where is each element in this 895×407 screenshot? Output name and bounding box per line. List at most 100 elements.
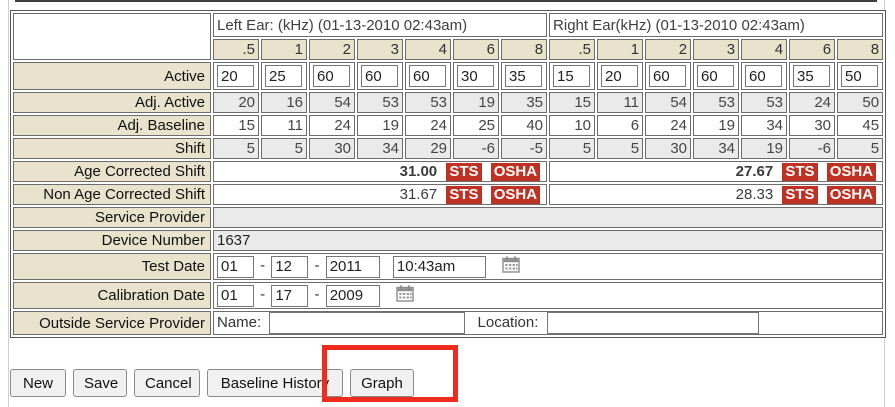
service-provider-row: Service Provider xyxy=(13,207,883,228)
shift-cell: -5 xyxy=(501,138,547,159)
age-corrected-row: Age Corrected Shift 31.00 STS OSHA 27.67… xyxy=(13,161,883,182)
name-label: Name: xyxy=(217,314,261,331)
adj-active-cell: 15 xyxy=(549,92,595,113)
adj-active-label: Adj. Active xyxy=(13,92,211,113)
adj-baseline-label: Adj. Baseline xyxy=(13,115,211,136)
freq-right-6: 6 xyxy=(789,39,835,60)
non-age-corrected-right-value: 28.33 xyxy=(736,186,774,203)
shift-cell: 5 xyxy=(549,138,595,159)
calendar-icon[interactable] xyxy=(396,285,414,306)
test-date-year-input[interactable] xyxy=(326,256,380,278)
adj-baseline-cell: 10 xyxy=(549,115,595,136)
baseline-history-button[interactable]: Baseline History xyxy=(207,369,343,397)
cancel-button[interactable]: Cancel xyxy=(134,369,200,397)
active-input-right-8[interactable] xyxy=(841,65,878,87)
adj-baseline-cell: 19 xyxy=(693,115,739,136)
active-row: Active xyxy=(13,62,883,90)
location-label: Location: xyxy=(478,314,539,331)
osha-badge: OSHA xyxy=(827,163,876,181)
non-age-corrected-left-cell: 31.67 STS OSHA xyxy=(213,184,547,205)
outside-service-provider-row: Outside Service Provider Name: Location: xyxy=(13,311,883,335)
outside-provider-location-input[interactable] xyxy=(547,312,759,334)
age-corrected-right-value: 27.67 xyxy=(736,163,774,180)
active-input-left-4[interactable] xyxy=(409,65,446,87)
shift-row: Shift 5 5 30 34 29 -6 -5 5 5 30 34 19 -6… xyxy=(13,138,883,159)
outside-service-provider-cell: Name: Location: xyxy=(213,311,883,335)
active-input-right-6[interactable] xyxy=(793,65,830,87)
active-input-right-3[interactable] xyxy=(697,65,734,87)
freq-left-4: 4 xyxy=(405,39,451,60)
calibration-date-row: Calibration Date - - xyxy=(13,282,883,309)
adj-active-cell: 53 xyxy=(405,92,451,113)
new-button[interactable]: New xyxy=(10,369,66,397)
adj-active-cell: 20 xyxy=(213,92,259,113)
button-bar: New Save Cancel Baseline History Graph xyxy=(10,369,414,397)
shift-cell: 5 xyxy=(837,138,883,159)
shift-cell: 30 xyxy=(645,138,691,159)
active-input-right-4[interactable] xyxy=(745,65,782,87)
date-separator: - xyxy=(315,286,320,303)
device-number-value: 1637 xyxy=(213,230,883,251)
non-age-corrected-left-value: 31.67 xyxy=(400,186,438,203)
adj-active-cell: 11 xyxy=(597,92,643,113)
freq-right-05: .5 xyxy=(549,39,595,60)
active-input-right-1[interactable] xyxy=(601,65,638,87)
calibration-date-label: Calibration Date xyxy=(13,282,211,309)
adj-baseline-cell: 25 xyxy=(453,115,499,136)
osha-badge: OSHA xyxy=(491,163,540,181)
sts-badge: STS xyxy=(446,163,481,181)
test-time-input[interactable] xyxy=(393,256,486,278)
active-input-left-8[interactable] xyxy=(505,65,542,87)
test-date-cell: - - xyxy=(213,253,883,280)
right-ear-header: Right Ear(kHz) (01-13-2010 02:43am) xyxy=(549,13,883,37)
shift-cell: 5 xyxy=(261,138,307,159)
freq-right-2: 2 xyxy=(645,39,691,60)
page: Left Ear: (kHz) (01-13-2010 02:43am) Rig… xyxy=(0,0,895,407)
active-input-left-6[interactable] xyxy=(457,65,494,87)
adj-active-cell: 53 xyxy=(357,92,403,113)
test-date-month-input[interactable] xyxy=(217,256,254,278)
left-ear-header: Left Ear: (kHz) (01-13-2010 02:43am) xyxy=(213,13,547,37)
outside-service-provider-label: Outside Service Provider xyxy=(13,311,211,335)
test-date-label: Test Date xyxy=(13,253,211,280)
audiogram-table: Left Ear: (kHz) (01-13-2010 02:43am) Rig… xyxy=(10,10,886,338)
graph-button[interactable]: Graph xyxy=(350,369,414,397)
save-button[interactable]: Save xyxy=(73,369,127,397)
freq-left-3: 3 xyxy=(357,39,403,60)
freq-right-4: 4 xyxy=(741,39,787,60)
calibration-date-day-input[interactable] xyxy=(271,285,308,307)
freq-right-1: 1 xyxy=(597,39,643,60)
adj-active-cell: 50 xyxy=(837,92,883,113)
shift-cell: -6 xyxy=(453,138,499,159)
adj-baseline-cell: 11 xyxy=(261,115,307,136)
freq-right-8: 8 xyxy=(837,39,883,60)
freq-left-8: 8 xyxy=(501,39,547,60)
active-input-right-2[interactable] xyxy=(649,65,686,87)
device-number-row: Device Number 1637 xyxy=(13,230,883,251)
adj-baseline-cell: 15 xyxy=(213,115,259,136)
adj-baseline-cell: 19 xyxy=(357,115,403,136)
active-input-left-05[interactable] xyxy=(217,65,254,87)
calibration-date-month-input[interactable] xyxy=(217,285,254,307)
osha-badge: OSHA xyxy=(491,186,540,204)
active-input-left-1[interactable] xyxy=(265,65,302,87)
calendar-icon[interactable] xyxy=(502,256,520,277)
corner-cell xyxy=(13,13,211,60)
active-input-left-3[interactable] xyxy=(361,65,398,87)
non-age-corrected-label: Non Age Corrected Shift xyxy=(13,184,211,205)
active-input-right-05[interactable] xyxy=(553,65,590,87)
shift-label: Shift xyxy=(13,138,211,159)
calibration-date-cell: - - xyxy=(213,282,883,309)
calibration-date-year-input[interactable] xyxy=(326,285,380,307)
adj-baseline-cell: 34 xyxy=(741,115,787,136)
freq-right-3: 3 xyxy=(693,39,739,60)
shift-cell: 5 xyxy=(213,138,259,159)
outside-provider-name-input[interactable] xyxy=(269,312,465,334)
test-date-day-input[interactable] xyxy=(271,256,308,278)
adj-baseline-cell: 6 xyxy=(597,115,643,136)
non-age-corrected-right-cell: 28.33 STS OSHA xyxy=(549,184,883,205)
adj-baseline-cell: 24 xyxy=(405,115,451,136)
adj-active-cell: 16 xyxy=(261,92,307,113)
active-input-left-2[interactable] xyxy=(313,65,350,87)
adj-active-cell: 24 xyxy=(789,92,835,113)
